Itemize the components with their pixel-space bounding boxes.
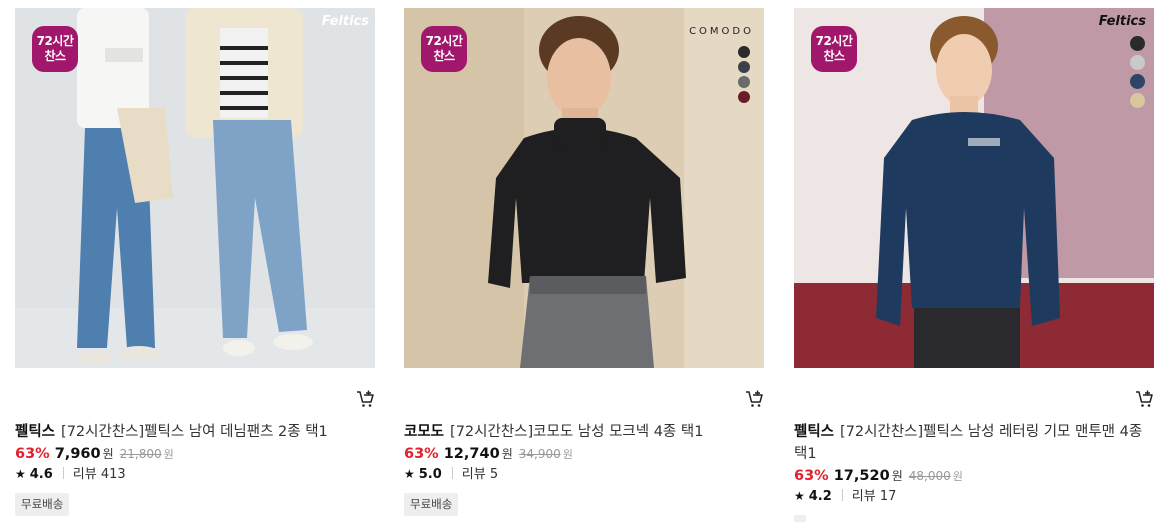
sale-price: 7,960 [54, 446, 101, 462]
brand-watermark: COMODO [689, 26, 754, 37]
product-title[interactable]: 코모도 [72시간찬스]코모도 남성 모크넥 4종 택1 [404, 421, 756, 443]
color-swatch [1130, 55, 1145, 70]
sale-currency: 원 [891, 469, 903, 483]
promo-badge: 72시간 찬스 [32, 26, 78, 72]
product-card[interactable]: 72시간 찬스 Feltics 펠틱스 [72시간찬스]펠틱스 남여 데님팬츠 2… [15, 8, 375, 522]
rating-row: ★ 4.2 리뷰 17 [794, 487, 896, 506]
product-name: [72시간찬스]코모도 남성 모크넥 4종 택1 [450, 424, 704, 440]
divider [451, 467, 453, 479]
cart-plus-icon[interactable] [1134, 389, 1154, 409]
cart-plus-icon[interactable] [355, 389, 375, 409]
product-title[interactable]: 펠틱스 [72시간찬스]펠틱스 남성 레터링 기모 맨투맨 4종 택1 [794, 421, 1146, 465]
price-row: 63% 17,520 원 48,000 원 [794, 466, 963, 487]
original-currency: 원 [163, 448, 174, 461]
color-swatch [738, 46, 750, 58]
review-count: 리뷰 17 [851, 489, 897, 504]
rating-score: 4.2 [808, 489, 832, 504]
brand-watermark: Feltics [321, 14, 369, 29]
product-name: [72시간찬스]펠틱스 남성 레터링 기모 맨투맨 4종 택1 [794, 424, 1143, 462]
price-row: 63% 7,960 원 21,800 원 [15, 444, 174, 465]
discount-rate: 63% [794, 468, 829, 484]
color-swatch [1130, 74, 1145, 89]
color-swatch [1130, 93, 1145, 108]
free-shipping-tag: 무료배송 [15, 493, 70, 516]
star-icon: ★ [794, 489, 805, 503]
rating-row: ★ 5.0 리뷰 5 [404, 465, 498, 484]
color-swatch [738, 61, 750, 73]
promo-badge: 72시간 찬스 [811, 26, 857, 72]
product-name: [72시간찬스]펠틱스 남여 데님팬츠 2종 택1 [61, 424, 328, 440]
review-count: 리뷰 5 [461, 467, 499, 482]
rating-row: ★ 4.6 리뷰 413 [15, 465, 126, 484]
color-swatch [1130, 36, 1145, 51]
rating-score: 4.6 [29, 467, 53, 482]
discount-rate: 63% [15, 446, 50, 462]
brand-watermark: Feltics [1098, 14, 1146, 29]
color-swatch [738, 76, 750, 88]
product-card[interactable]: 72시간 찬스 Feltics 펠틱스 [72시간찬스]펠틱스 남성 레터링 기모… [794, 8, 1154, 522]
sale-currency: 원 [102, 447, 114, 461]
product-image[interactable]: 72시간 찬스 Feltics [794, 8, 1154, 368]
brand-name: 코모도 [404, 424, 445, 440]
sale-price: 17,520 [833, 468, 890, 484]
color-swatches [1130, 36, 1146, 108]
divider [841, 489, 843, 501]
cart-plus-icon[interactable] [744, 389, 764, 409]
sale-price: 12,740 [443, 446, 500, 462]
color-swatch [738, 91, 750, 103]
price-row: 63% 12,740 원 34,900 원 [404, 444, 573, 465]
color-swatches [738, 46, 752, 103]
brand-name: 펠틱스 [15, 424, 56, 440]
sale-currency: 원 [501, 447, 513, 461]
shipping-tag [794, 515, 806, 522]
original-currency: 원 [952, 470, 963, 483]
promo-badge: 72시간 찬스 [421, 26, 467, 72]
original-price: 48,000 [908, 469, 951, 483]
product-card[interactable]: 72시간 찬스 COMODO 코모도 [72시간찬스]코모도 남성 모크넥 4종 … [404, 8, 764, 522]
brand-name: 펠틱스 [794, 424, 835, 440]
product-title[interactable]: 펠틱스 [72시간찬스]펠틱스 남여 데님팬츠 2종 택1 [15, 421, 367, 443]
discount-rate: 63% [404, 446, 439, 462]
original-price: 34,900 [518, 447, 561, 461]
product-image[interactable]: 72시간 찬스 COMODO [404, 8, 764, 368]
divider [62, 467, 64, 479]
review-count: 리뷰 413 [72, 467, 126, 482]
free-shipping-tag: 무료배송 [404, 493, 459, 516]
original-currency: 원 [562, 448, 573, 461]
original-price: 21,800 [119, 447, 162, 461]
star-icon: ★ [15, 467, 26, 481]
product-image[interactable]: 72시간 찬스 Feltics [15, 8, 375, 368]
rating-score: 5.0 [418, 467, 442, 482]
star-icon: ★ [404, 467, 415, 481]
